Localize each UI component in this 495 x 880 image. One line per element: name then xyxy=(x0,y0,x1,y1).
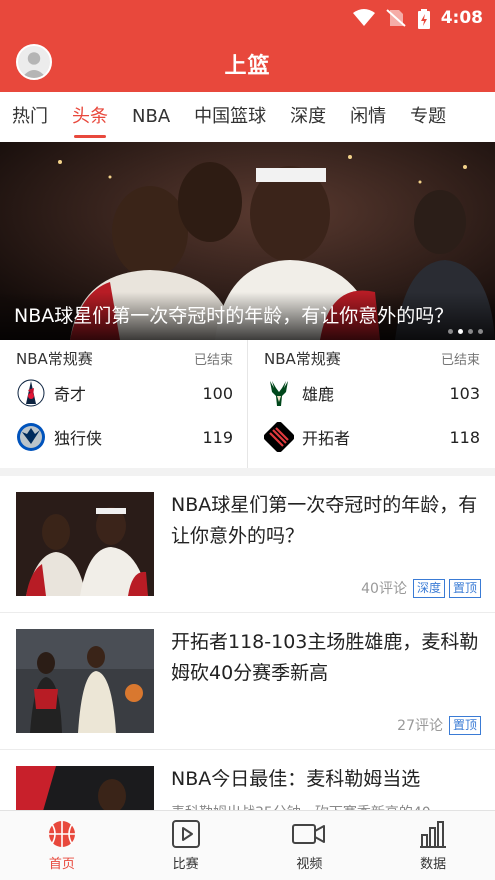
team-row: 雄鹿 103 xyxy=(264,374,480,412)
no-sim-icon xyxy=(385,9,407,27)
news-item[interactable]: 开拓者118-103主场胜雄鹿，麦科勒姆砍40分赛季新高 27评论 置顶 xyxy=(0,613,495,750)
bottom-navigation: 首页 比赛 视频 数据 xyxy=(0,810,495,880)
news-thumbnail xyxy=(16,629,154,733)
tab-nba[interactable]: NBA xyxy=(120,92,182,142)
team-score: 100 xyxy=(202,383,233,403)
carousel-indicator xyxy=(448,329,483,334)
tab-leisure[interactable]: 闲情 xyxy=(338,92,398,142)
app-header: 4:08 上篮 xyxy=(0,0,495,92)
team-name: 雄鹿 xyxy=(302,385,335,404)
nav-label: 视频 xyxy=(296,857,323,872)
video-camera-icon xyxy=(292,824,326,844)
news-thumbnail xyxy=(16,766,154,810)
category-tabs: 热门 头条 NBA 中国篮球 深度 闲情 专题 xyxy=(0,92,495,142)
team-score: 119 xyxy=(202,427,233,447)
play-icon xyxy=(171,820,200,848)
carousel-dot xyxy=(478,329,483,334)
game-card[interactable]: NBA常规赛 已结束 雄鹿 103 开拓者 118 xyxy=(247,340,494,468)
team-row: 独行侠 119 xyxy=(16,418,233,456)
nav-label: 首页 xyxy=(48,857,75,872)
status-time: 4:08 xyxy=(440,8,483,28)
carousel-dot xyxy=(458,329,463,334)
comment-count: 27评论 xyxy=(397,718,443,734)
battery-charging-icon xyxy=(417,9,431,29)
tab-depth[interactable]: 深度 xyxy=(278,92,338,142)
news-list: NBA球星们第一次夺冠时的年龄，有让你意外的吗？ 40评论 深度 置顶 开拓者1… xyxy=(0,476,495,810)
tag-pinned: 置顶 xyxy=(448,578,481,598)
league-label: NBA常规赛 xyxy=(264,349,341,368)
headline-carousel[interactable]: NBA球星们第一次夺冠时的年龄，有让你意外的吗？ xyxy=(0,142,495,340)
news-meta: 27评论 置顶 xyxy=(397,715,481,735)
nav-label: 比赛 xyxy=(172,857,199,872)
team-name: 开拓者 xyxy=(302,429,351,448)
game-header: NBA常规赛 已结束 xyxy=(264,348,480,368)
hero-caption: NBA球星们第一次夺冠时的年龄，有让你意外的吗？ xyxy=(14,305,454,327)
game-header: NBA常规赛 已结束 xyxy=(16,348,233,368)
game-status: 已结束 xyxy=(193,352,233,368)
status-bar: 4:08 xyxy=(352,8,483,29)
tag-depth: 深度 xyxy=(412,578,445,598)
news-summary: 麦科勒姆出战35分钟，砍下赛季新高的40 xyxy=(171,802,481,810)
scoreboard: NBA常规赛 已结束 奇才 100 独行侠 119 NBA常规赛 已结束 雄鹿 … xyxy=(0,340,495,476)
page-title: 上篮 xyxy=(224,54,271,79)
carousel-dot xyxy=(448,329,453,334)
team-name: 独行侠 xyxy=(54,429,103,448)
nav-label: 数据 xyxy=(420,857,447,872)
news-title: 开拓者118-103主场胜雄鹿，麦科勒姆砍40分赛季新高 xyxy=(171,631,479,684)
tab-topics[interactable]: 专题 xyxy=(398,92,458,142)
wizards-logo-icon xyxy=(16,378,46,408)
tab-china-basketball[interactable]: 中国篮球 xyxy=(182,92,278,142)
news-item[interactable]: NBA球星们第一次夺冠时的年龄，有让你意外的吗？ 40评论 深度 置顶 xyxy=(0,476,495,613)
tag-pinned: 置顶 xyxy=(448,715,481,735)
tab-hot[interactable]: 热门 xyxy=(0,92,60,142)
league-label: NBA常规赛 xyxy=(16,349,93,368)
news-title: NBA今日最佳：麦科勒姆当选 xyxy=(171,768,421,790)
nav-data[interactable]: 数据 xyxy=(371,811,495,880)
tab-headlines[interactable]: 头条 xyxy=(60,92,120,142)
blazers-logo-icon xyxy=(264,422,294,452)
game-card[interactable]: NBA常规赛 已结束 奇才 100 独行侠 119 xyxy=(0,340,247,468)
news-item[interactable]: NBA今日最佳：麦科勒姆当选 麦科勒姆出战35分钟，砍下赛季新高的40 xyxy=(0,750,495,810)
bucks-logo-icon xyxy=(264,378,294,408)
team-score: 118 xyxy=(449,427,480,447)
team-score: 103 xyxy=(449,383,480,403)
game-status: 已结束 xyxy=(440,352,480,368)
nav-games[interactable]: 比赛 xyxy=(124,811,248,880)
team-row: 开拓者 118 xyxy=(264,418,480,456)
mavericks-logo-icon xyxy=(16,422,46,452)
basketball-icon xyxy=(48,821,75,847)
news-meta: 40评论 深度 置顶 xyxy=(361,578,481,598)
team-row: 奇才 100 xyxy=(16,374,233,412)
news-thumbnail xyxy=(16,492,154,596)
comment-count: 40评论 xyxy=(361,581,407,597)
wifi-icon xyxy=(352,9,375,27)
nav-home[interactable]: 首页 xyxy=(0,811,124,880)
bar-chart-icon xyxy=(420,821,447,848)
team-name: 奇才 xyxy=(54,385,87,404)
carousel-dot xyxy=(468,329,473,334)
hero-caption-overlay: NBA球星们第一次夺冠时的年龄，有让你意外的吗？ xyxy=(0,292,495,340)
news-title: NBA球星们第一次夺冠时的年龄，有让你意外的吗？ xyxy=(171,494,478,547)
nav-video[interactable]: 视频 xyxy=(248,811,372,880)
